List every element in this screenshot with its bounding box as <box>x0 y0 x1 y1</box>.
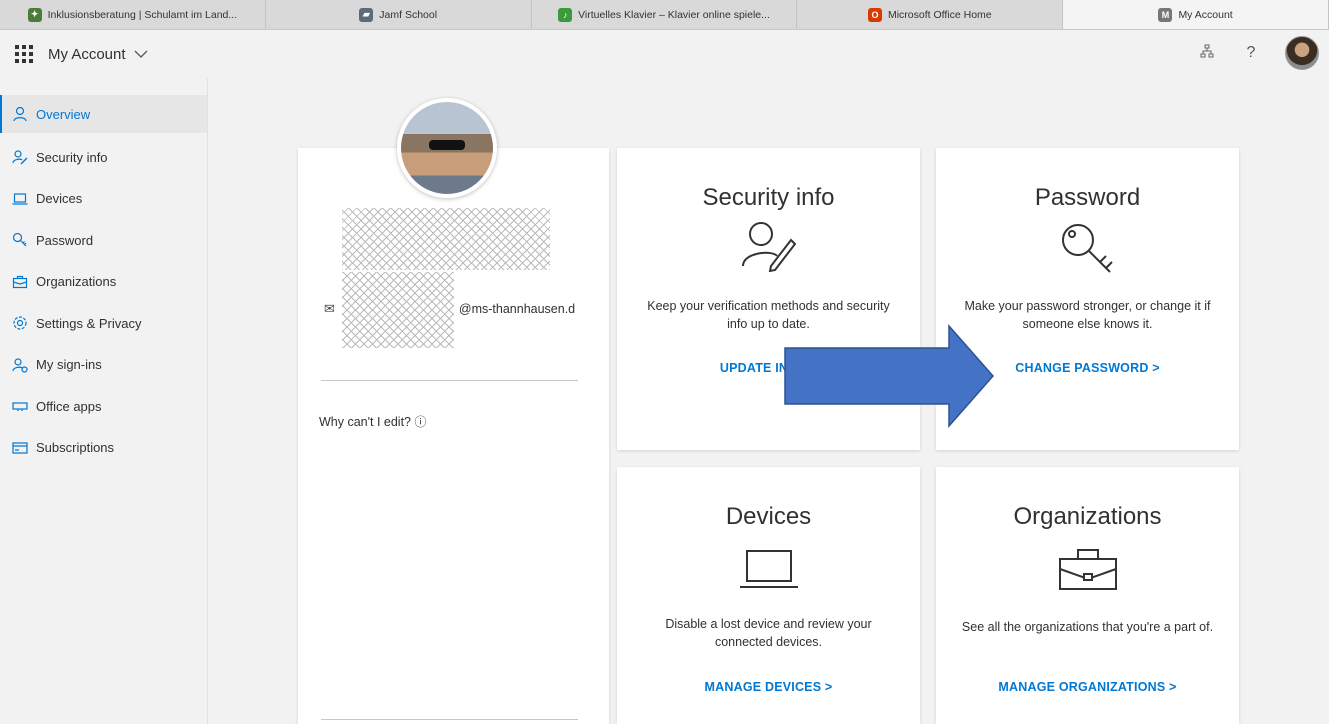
annotation-arrow <box>784 324 994 428</box>
person-signin-icon <box>12 357 28 373</box>
sidebar-item-label: Devices <box>36 191 83 207</box>
sidebar-item-label: Organizations <box>36 274 117 290</box>
tile-title: Devices <box>725 503 812 530</box>
sidebar-item-devices[interactable]: Devices <box>0 178 207 220</box>
tab-label: Jamf School <box>379 8 438 21</box>
sidebar-item-label: Office apps <box>36 398 102 414</box>
person-edit-icon <box>12 149 28 165</box>
organizations-tile: Organizations See all the organizations … <box>936 467 1239 724</box>
browser-tab-bar: ✦ Inklusionsberatung | Schulamt im Land.… <box>0 0 1329 30</box>
piano-favicon-icon: ♪ <box>558 7 573 22</box>
tile-title: Organizations <box>1013 503 1162 530</box>
office-favicon-icon: O <box>867 7 882 22</box>
sidebar-item-label: Overview <box>36 106 91 122</box>
devices-tile: Devices Disable a lost device and review… <box>617 467 920 724</box>
profile-photo[interactable] <box>397 98 497 198</box>
sidebar-item-security-info[interactable]: Security info <box>0 137 207 179</box>
key-icon <box>1060 222 1116 279</box>
sidebar-item-label: Security info <box>36 149 108 165</box>
laptop-icon <box>739 549 799 596</box>
info-icon: ⓘ <box>414 415 427 429</box>
tile-title: Password <box>1034 184 1141 211</box>
briefcase-icon <box>12 274 28 290</box>
email-row: ✉ @ms-thannhausen.d <box>324 301 575 317</box>
person-edit-icon <box>739 220 799 277</box>
app-title-label: My Account <box>48 45 126 63</box>
manage-organizations-link[interactable]: MANAGE ORGANIZATIONS > <box>936 680 1239 694</box>
tile-description: See all the organizations that you're a … <box>961 620 1214 634</box>
jamf-favicon-icon: ▰ <box>359 7 374 22</box>
profile-card: ✉ @ms-thannhausen.d Why can't I edit? ⓘ <box>298 148 609 724</box>
org-chart-icon[interactable] <box>1197 44 1217 62</box>
tab-microsoft-office-home[interactable]: O Microsoft Office Home <box>797 0 1064 29</box>
person-icon <box>12 106 28 122</box>
sidebar: Overview Security info Devices Password … <box>0 78 208 724</box>
tile-description: Make your password stronger, or change i… <box>964 299 1211 331</box>
my-account-favicon-icon: M <box>1158 7 1173 22</box>
sidebar-item-organizations[interactable]: Organizations <box>0 261 207 303</box>
help-icon[interactable]: ? <box>1241 44 1261 62</box>
tab-jamf-school[interactable]: ▰ Jamf School <box>266 0 532 29</box>
tab-my-account[interactable]: M My Account <box>1063 0 1329 29</box>
tab-virtuelles-klavier[interactable]: ♪ Virtuelles Klavier – Klavier online sp… <box>532 0 798 29</box>
gear-icon <box>12 315 28 331</box>
app-title[interactable]: My Account <box>48 46 148 63</box>
tab-label: Virtuelles Klavier – Klavier online spie… <box>578 8 770 21</box>
briefcase-icon <box>1058 547 1118 596</box>
mail-icon: ✉ <box>324 301 335 316</box>
sidebar-item-subscriptions[interactable]: Subscriptions <box>0 427 207 469</box>
user-avatar[interactable] <box>1285 36 1319 70</box>
sidebar-item-overview[interactable]: Overview <box>0 95 207 133</box>
tab-label: Microsoft Office Home <box>887 8 992 21</box>
sidebar-item-label: My sign-ins <box>36 357 102 373</box>
tile-description: Disable a lost device and review your co… <box>665 617 872 649</box>
sidebar-item-label: Settings & Privacy <box>36 315 142 331</box>
sidebar-item-settings-privacy[interactable]: Settings & Privacy <box>0 303 207 345</box>
main-content: ✉ @ms-thannhausen.d Why can't I edit? ⓘ … <box>209 78 1329 724</box>
redacted-name <box>342 208 550 270</box>
card-icon <box>12 440 28 456</box>
tab-inklusionsberatung[interactable]: ✦ Inklusionsberatung | Schulamt im Land.… <box>0 0 266 29</box>
waffle-icon[interactable] <box>14 44 34 64</box>
email-text: @ms-thannhausen.d <box>458 302 576 316</box>
manage-devices-link[interactable]: MANAGE DEVICES > <box>617 680 920 694</box>
sidebar-item-my-sign-ins[interactable]: My sign-ins <box>0 344 207 386</box>
why-cant-edit-link[interactable]: Why can't I edit? ⓘ <box>319 413 427 430</box>
key-icon <box>12 232 28 248</box>
sidebar-item-label: Password <box>36 232 94 248</box>
header-actions: ? <box>1197 36 1319 70</box>
tab-label: Inklusionsberatung | Schulamt im Land... <box>47 8 238 21</box>
tab-label: My Account <box>1178 8 1233 21</box>
chevron-down-icon <box>134 47 148 62</box>
inklusionsberatung-favicon-icon: ✦ <box>27 7 42 22</box>
laptop-icon <box>12 191 28 207</box>
app-header: My Account ? <box>0 30 1329 78</box>
profile-divider <box>321 380 578 381</box>
sidebar-item-label: Subscriptions <box>36 440 115 456</box>
apps-icon <box>12 398 28 414</box>
profile-bottom-divider <box>321 719 578 720</box>
sidebar-item-password[interactable]: Password <box>0 220 207 262</box>
why-edit-label: Why can't I edit? <box>319 415 412 429</box>
sidebar-item-office-apps[interactable]: Office apps <box>0 386 207 428</box>
tile-title: Security info <box>702 184 835 211</box>
